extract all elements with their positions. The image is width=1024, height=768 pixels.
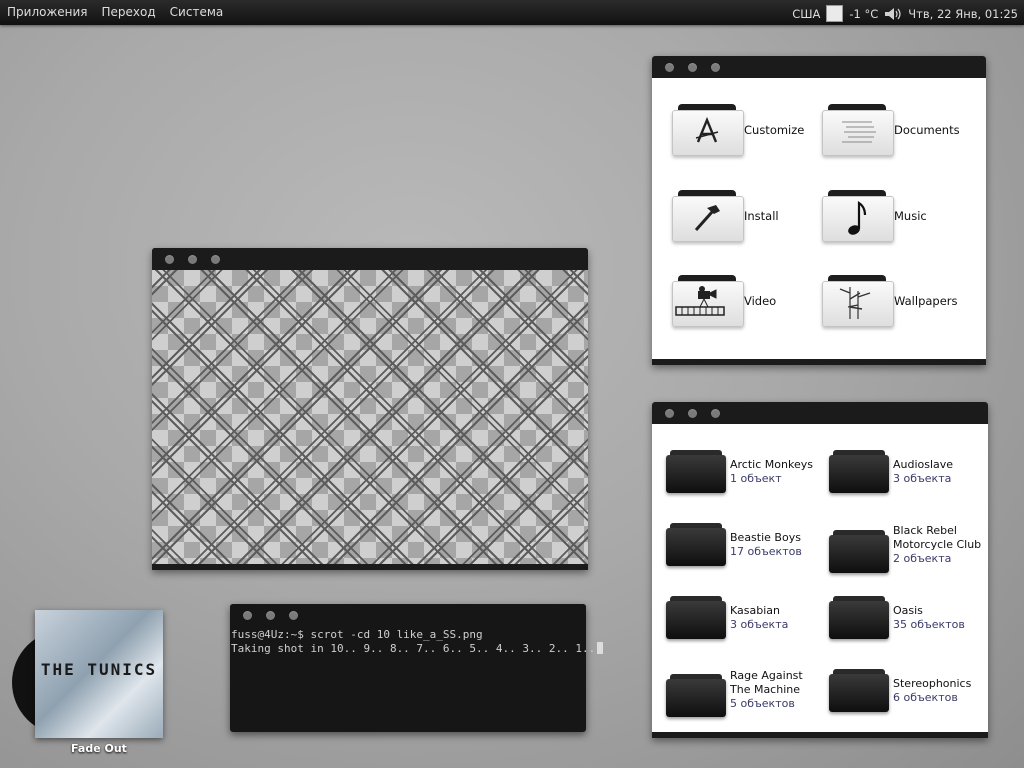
film-camera-icon <box>675 286 725 316</box>
window-statusbar <box>652 732 988 738</box>
music-player-widget[interactable]: THE TUNICS Fade Out <box>12 610 182 760</box>
image-viewer-window <box>152 248 588 570</box>
folder-music[interactable]: Music <box>822 190 927 242</box>
folder-name: Rage Against The Machine <box>730 669 803 696</box>
top-panel: Приложения Переход Система США -1 °C Чтв… <box>0 0 1024 25</box>
item-count: 3 объекта <box>730 618 789 631</box>
album-cover[interactable]: THE TUNICS <box>35 610 163 738</box>
document-icon <box>842 121 876 143</box>
titlebar[interactable] <box>652 56 986 78</box>
music-note-icon <box>848 200 867 235</box>
folder-arctic-monkeys[interactable]: Arctic Monkeys 1 объект <box>666 450 813 494</box>
item-count: 3 объекта <box>893 472 952 485</box>
music-window: Arctic Monkeys 1 объект Audioslave 3 объек… <box>652 402 988 738</box>
folder-beastie-boys[interactable]: Beastie Boys 17 объектов <box>666 523 802 567</box>
maximize-icon[interactable] <box>211 255 220 264</box>
weather-icon[interactable] <box>826 5 844 22</box>
folder-install[interactable]: Install <box>672 190 779 242</box>
item-count: 6 объектов <box>893 691 958 704</box>
maximize-icon[interactable] <box>711 63 720 72</box>
folder-icon <box>829 596 889 640</box>
folder-audioslave[interactable]: Audioslave 3 объекта <box>829 450 953 494</box>
menu-places[interactable]: Переход <box>102 5 156 19</box>
folder-label: Customize <box>744 123 805 137</box>
terminal-line: Taking shot in 10.. 9.. 8.. 7.. 6.. 5.. … <box>231 642 596 655</box>
item-count: 17 объектов <box>730 545 802 558</box>
keyboard-layout[interactable]: США <box>792 7 820 21</box>
folder-icon <box>829 669 889 713</box>
item-count: 2 объекта <box>893 552 952 565</box>
folder-icon <box>666 674 726 718</box>
folder-icon <box>666 450 726 494</box>
close-icon[interactable] <box>165 255 174 264</box>
menu-system[interactable]: Система <box>170 5 224 19</box>
volume-icon[interactable] <box>884 7 902 21</box>
titlebar[interactable] <box>152 248 588 270</box>
minimize-icon[interactable] <box>188 255 197 264</box>
folder-icon <box>666 523 726 567</box>
folder-label: Music <box>894 209 927 223</box>
folder-icon <box>829 450 889 494</box>
close-icon[interactable] <box>665 409 674 418</box>
panel-menu: Приложения Переход Система <box>7 5 223 19</box>
folder-name: Stereophonics <box>893 677 972 690</box>
minimize-icon[interactable] <box>266 611 275 620</box>
item-count: 1 объект <box>730 472 782 485</box>
titlebar[interactable] <box>230 604 586 626</box>
bamboo-icon <box>839 287 871 319</box>
titlebar[interactable] <box>652 402 988 424</box>
folder-name: Black Rebel Motorcycle Club <box>893 524 982 551</box>
folder-rage-against-the-machine[interactable]: Rage Against The Machine 5 объектов <box>666 662 810 718</box>
folder-documents[interactable]: Documents <box>822 104 960 156</box>
app-store-icon <box>695 116 719 143</box>
folder-stereophonics[interactable]: Stereophonics 6 объектов <box>829 669 971 713</box>
maximize-icon[interactable] <box>711 409 720 418</box>
system-tray: США -1 °C Чтв, 22 Янв, 01:25 <box>792 5 1018 22</box>
item-count: 35 объектов <box>893 618 965 631</box>
folder-wallpapers[interactable]: Wallpapers <box>822 275 958 327</box>
minimize-icon[interactable] <box>688 63 697 72</box>
folder-name: Beastie Boys <box>730 531 801 544</box>
folder-black-rebel-motorcycle-club[interactable]: Black Rebel Motorcycle Club 2 объекта <box>829 516 983 574</box>
folder-name: Oasis <box>893 604 923 617</box>
minimize-icon[interactable] <box>688 409 697 418</box>
places-window: Customize Documents Install Music Video … <box>652 56 986 365</box>
weather-temperature[interactable]: -1 °C <box>849 7 878 21</box>
folder-label: Install <box>744 209 779 223</box>
hammer-icon <box>694 205 720 231</box>
close-icon[interactable] <box>665 63 674 72</box>
folder-name: Arctic Monkeys <box>730 458 813 471</box>
folder-video[interactable]: Video <box>672 275 776 327</box>
window-statusbar <box>652 359 986 365</box>
terminal-line: fuss@4Uz:~$ scrot -cd 10 like_a_SS.png <box>231 628 483 641</box>
folder-label: Documents <box>894 123 960 137</box>
folder-customize[interactable]: Customize <box>672 104 804 156</box>
folder-icon <box>666 596 726 640</box>
folder-kasabian[interactable]: Kasabian 3 объекта <box>666 596 788 640</box>
album-art-text: THE TUNICS <box>40 660 158 679</box>
argyle-wallpaper-image <box>152 270 588 564</box>
folder-label: Video <box>744 294 777 308</box>
folder-icon <box>829 530 889 574</box>
folder-label: Wallpapers <box>894 294 958 308</box>
terminal-window[interactable]: fuss@4Uz:~$ scrot -cd 10 like_a_SS.png T… <box>230 604 604 732</box>
terminal-output[interactable]: fuss@4Uz:~$ scrot -cd 10 like_a_SS.png T… <box>231 628 604 656</box>
close-icon[interactable] <box>243 611 252 620</box>
maximize-icon[interactable] <box>289 611 298 620</box>
folder-oasis[interactable]: Oasis 35 объектов <box>829 596 965 640</box>
folder-name: Kasabian <box>730 604 780 617</box>
track-title: Fade Out <box>71 742 127 755</box>
places-grid: Customize Documents Install Music Video … <box>652 78 986 359</box>
item-count: 5 объектов <box>730 697 795 710</box>
menu-applications[interactable]: Приложения <box>7 5 88 19</box>
clock[interactable]: Чтв, 22 Янв, 01:25 <box>908 7 1018 21</box>
folder-name: Audioslave <box>893 458 954 471</box>
text-cursor <box>597 642 604 654</box>
